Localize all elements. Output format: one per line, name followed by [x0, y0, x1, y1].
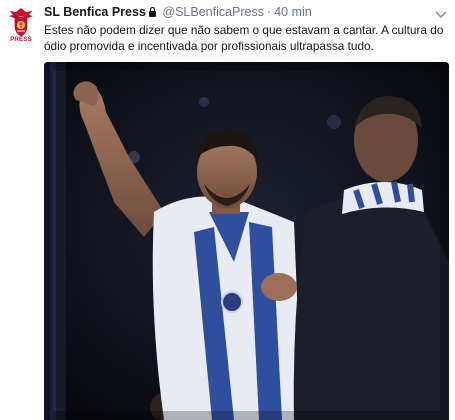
author-handle[interactable]: @SLBenficaPress — [162, 5, 264, 19]
avatar[interactable]: PRESS — [6, 6, 36, 46]
tweet-header: SL Benfica Press @SLBenficaPress · 40 min — [44, 4, 449, 20]
tweet-text: Estes não podem dizer que não sabem o qu… — [44, 23, 444, 53]
benfica-crest-icon — [9, 8, 33, 37]
lock-icon — [148, 5, 157, 21]
avatar-label: PRESS — [10, 37, 32, 43]
tweet[interactable]: PRESS SL Benfica Press @SLBenficaPress · 4… — [0, 0, 455, 420]
chevron-down-icon[interactable] — [435, 6, 447, 19]
author-name[interactable]: SL Benfica Press — [44, 5, 146, 19]
separator: · — [267, 5, 272, 19]
video-frame — [44, 62, 449, 420]
timestamp[interactable]: 40 min — [274, 5, 312, 19]
tweet-media[interactable] — [44, 62, 449, 420]
